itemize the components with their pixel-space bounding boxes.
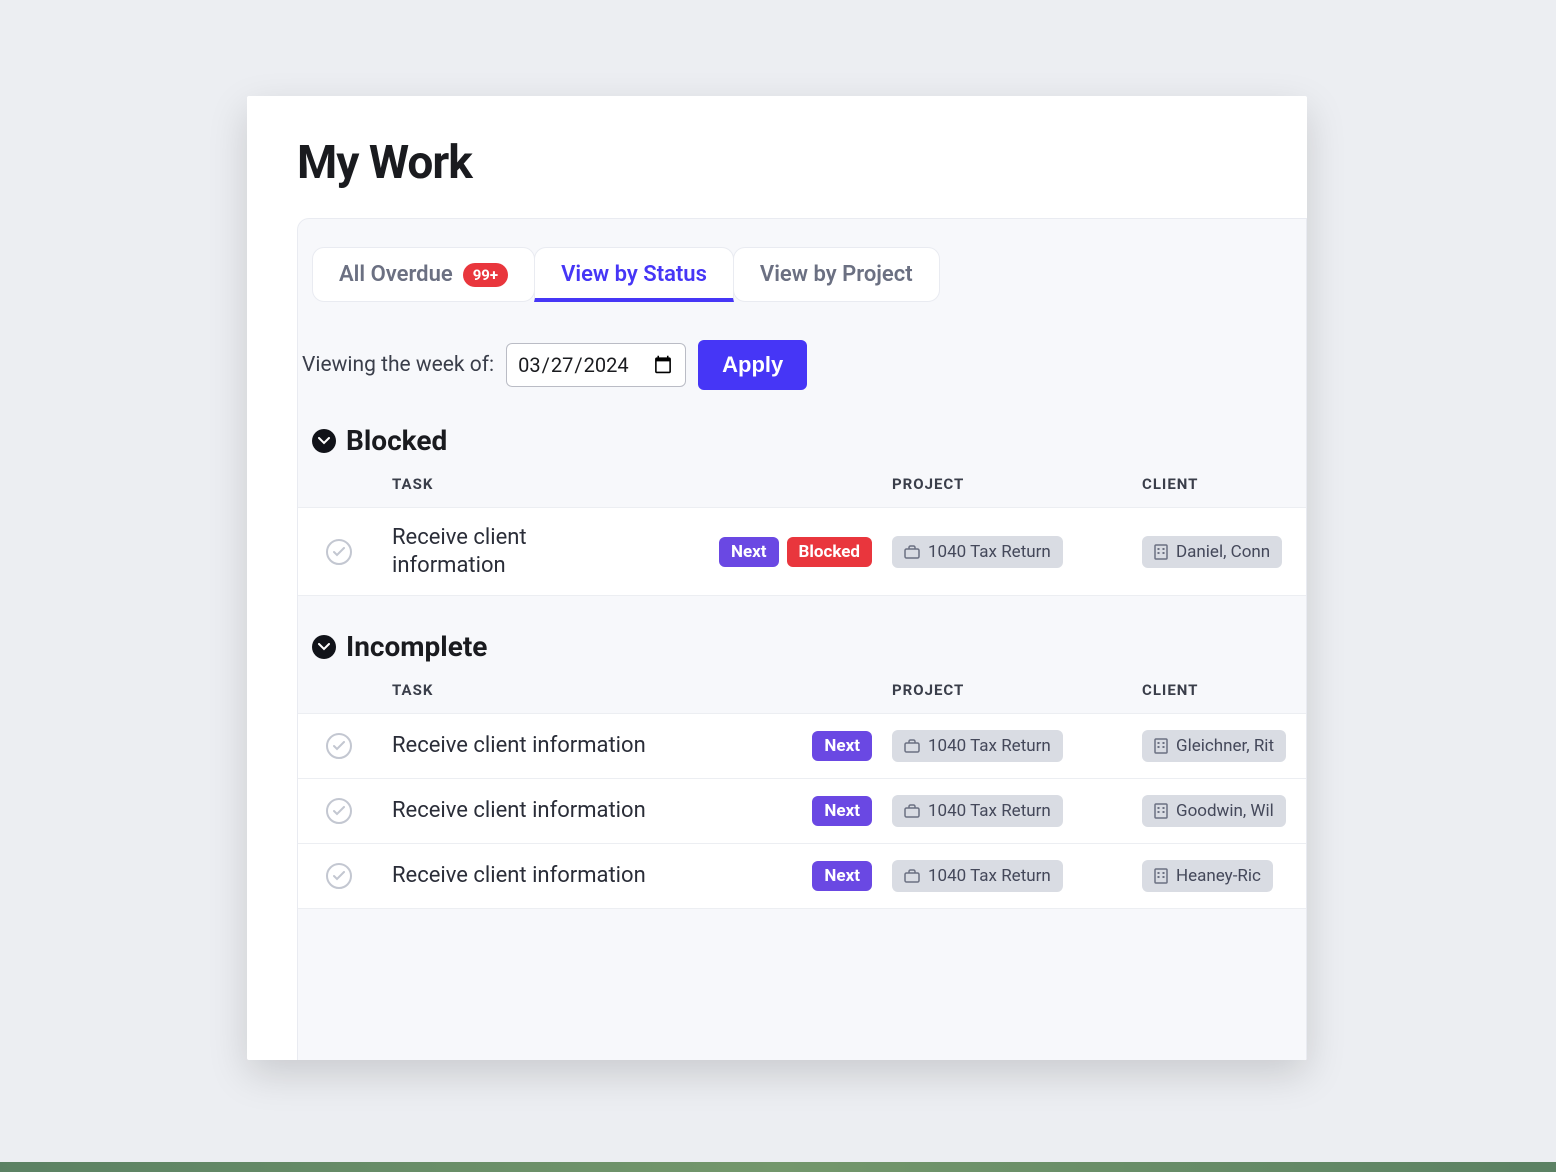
section-toggle-blocked[interactable]: Blocked	[312, 424, 1306, 457]
col-project: PROJECT	[892, 681, 1142, 699]
briefcase-icon	[904, 869, 920, 883]
complete-checkbox[interactable]	[326, 733, 352, 759]
status-chip-blocked: Blocked	[787, 537, 872, 567]
project-pill[interactable]: 1040 Tax Return	[892, 795, 1063, 827]
building-icon	[1154, 738, 1168, 754]
building-icon	[1154, 544, 1168, 560]
tab-label: View by Project	[760, 262, 913, 287]
work-panel: All Overdue 99+ View by Status View by P…	[297, 218, 1307, 1060]
project-pill[interactable]: 1040 Tax Return	[892, 860, 1063, 892]
project-pill[interactable]: 1040 Tax Return	[892, 730, 1063, 762]
building-icon	[1154, 868, 1168, 884]
week-filter-row: Viewing the week of: Apply	[302, 340, 1306, 390]
table-row[interactable]: Receive client information Next 1040 Tax…	[298, 779, 1306, 844]
overdue-badge: 99+	[463, 263, 508, 287]
tab-view-by-status[interactable]: View by Status	[534, 247, 734, 302]
client-pill[interactable]: Heaney-Ric	[1142, 860, 1273, 892]
section-toggle-incomplete[interactable]: Incomplete	[312, 630, 1306, 663]
project-name: 1040 Tax Return	[928, 542, 1051, 562]
complete-checkbox[interactable]	[326, 798, 352, 824]
decorative-strip	[0, 1162, 1556, 1172]
status-chip-next: Next	[812, 731, 872, 761]
chevron-down-icon	[312, 635, 336, 659]
status-chip-next: Next	[719, 537, 779, 567]
table-header: TASK PROJECT CLIENT	[298, 681, 1306, 699]
col-task: TASK	[392, 681, 892, 699]
complete-checkbox[interactable]	[326, 539, 352, 565]
complete-checkbox[interactable]	[326, 863, 352, 889]
project-pill[interactable]: 1040 Tax Return	[892, 536, 1063, 568]
table-row[interactable]: Receive client information Next 1040 Tax…	[298, 714, 1306, 779]
section-blocked: Blocked TASK PROJECT CLIENT	[298, 424, 1306, 596]
client-pill[interactable]: Daniel, Conn	[1142, 536, 1282, 568]
task-name: Receive client information	[392, 797, 646, 825]
col-project: PROJECT	[892, 475, 1142, 493]
chevron-down-icon	[312, 429, 336, 453]
week-label: Viewing the week of:	[302, 353, 494, 377]
table-row[interactable]: Receive client information Next Blocked …	[298, 508, 1306, 596]
client-name: Heaney-Ric	[1176, 866, 1261, 886]
section-title: Blocked	[346, 424, 447, 457]
app-card: My Work All Overdue 99+ View by Status V…	[247, 96, 1307, 1060]
tab-view-by-project[interactable]: View by Project	[733, 247, 940, 302]
section-incomplete: Incomplete TASK PROJECT CLIENT Receive c…	[298, 630, 1306, 909]
col-task: TASK	[392, 475, 892, 493]
apply-button[interactable]: Apply	[698, 340, 807, 390]
client-name: Gleichner, Rit	[1176, 736, 1274, 756]
briefcase-icon	[904, 804, 920, 818]
project-name: 1040 Tax Return	[928, 801, 1051, 821]
col-client: CLIENT	[1142, 475, 1307, 493]
status-chip-next: Next	[812, 861, 872, 891]
tab-label: All Overdue	[339, 262, 453, 287]
status-chip-next: Next	[812, 796, 872, 826]
task-name: Receive client information	[392, 862, 646, 890]
client-pill[interactable]: Goodwin, Wil	[1142, 795, 1286, 827]
client-name: Goodwin, Wil	[1176, 801, 1274, 821]
tabs: All Overdue 99+ View by Status View by P…	[312, 247, 1306, 302]
page-title: My Work	[297, 136, 1307, 190]
briefcase-icon	[904, 545, 920, 559]
tab-all-overdue[interactable]: All Overdue 99+	[312, 247, 535, 302]
week-date-input[interactable]	[506, 343, 686, 387]
tab-label: View by Status	[561, 262, 707, 287]
task-name: Receive client information	[392, 524, 602, 579]
task-name: Receive client information	[392, 732, 646, 760]
building-icon	[1154, 803, 1168, 819]
table-header: TASK PROJECT CLIENT	[298, 475, 1306, 493]
briefcase-icon	[904, 739, 920, 753]
client-pill[interactable]: Gleichner, Rit	[1142, 730, 1286, 762]
table-row[interactable]: Receive client information Next 1040 Tax…	[298, 844, 1306, 909]
col-client: CLIENT	[1142, 681, 1307, 699]
section-title: Incomplete	[346, 630, 487, 663]
project-name: 1040 Tax Return	[928, 736, 1051, 756]
client-name: Daniel, Conn	[1176, 542, 1270, 562]
project-name: 1040 Tax Return	[928, 866, 1051, 886]
